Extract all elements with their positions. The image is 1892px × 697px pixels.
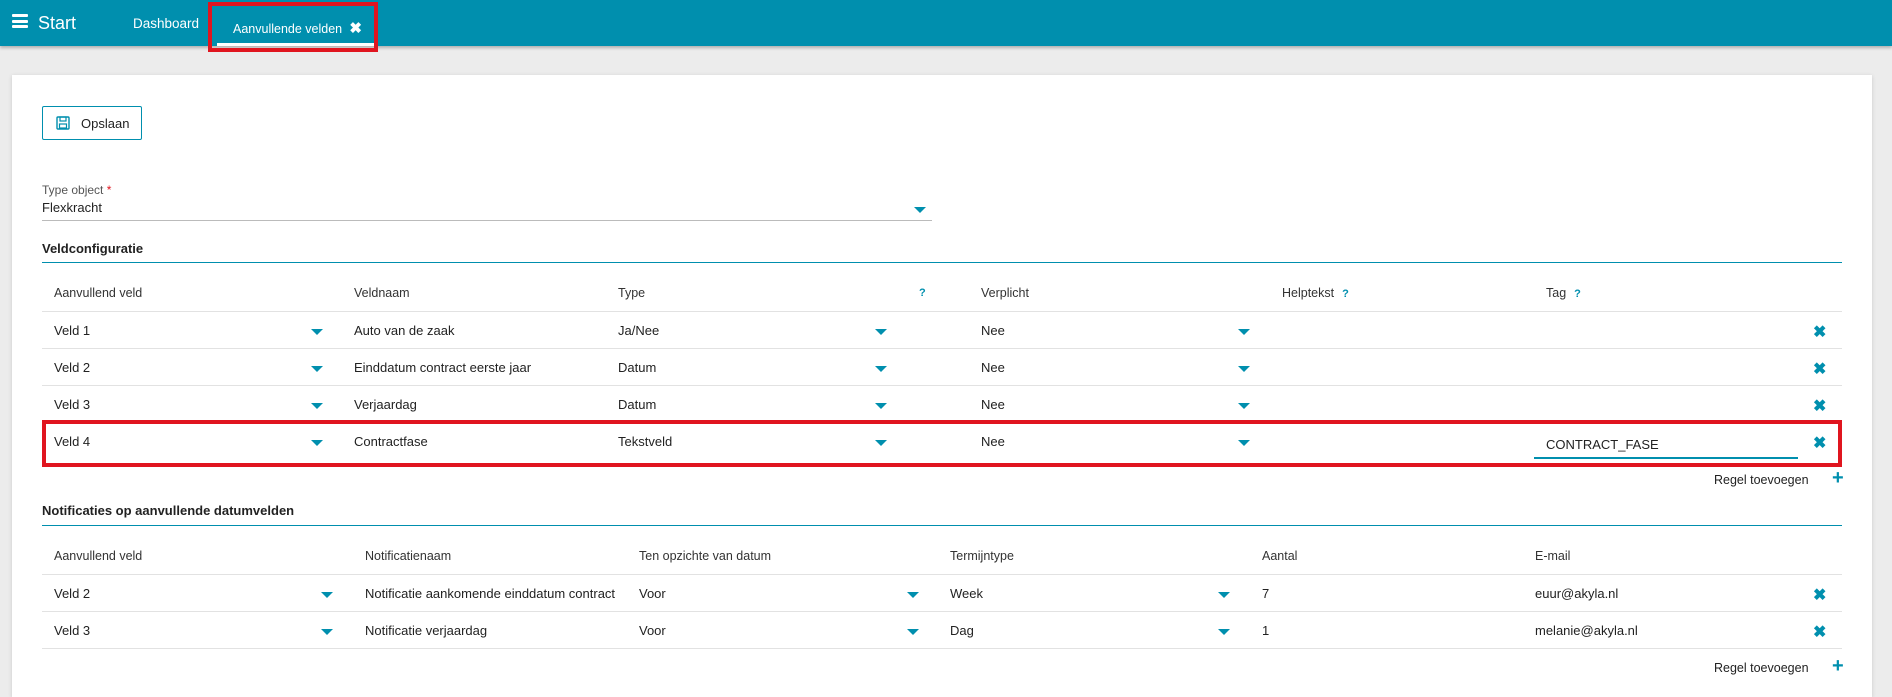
row3-veld-select[interactable]: Veld 3 <box>54 397 90 412</box>
floppy-disk-icon <box>56 116 70 130</box>
header-veldnaam: Veldnaam <box>354 286 410 300</box>
row-divider <box>42 311 1842 312</box>
caret-down-icon[interactable] <box>1218 629 1230 635</box>
content-card <box>12 75 1872 697</box>
header-type: Type <box>618 286 646 300</box>
type-object-label: Type object * <box>42 183 112 197</box>
row3-type-select[interactable]: Datum <box>618 397 656 412</box>
row3-verplicht-select[interactable]: Nee <box>981 397 1005 412</box>
delete-row-icon[interactable]: ✖ <box>1813 396 1826 416</box>
section-title-veldconfiguratie: Veldconfiguratie <box>42 241 144 256</box>
header-email: E-mail <box>1535 549 1571 563</box>
row2-type-select[interactable]: Datum <box>618 360 656 375</box>
section-divider <box>42 525 1842 526</box>
highlight-box-row <box>42 420 1842 467</box>
brand-start[interactable]: Start <box>38 13 76 34</box>
caret-down-icon[interactable] <box>321 629 333 635</box>
caret-down-icon[interactable] <box>1238 366 1250 372</box>
caret-down-icon <box>914 207 926 213</box>
caret-down-icon[interactable] <box>1238 403 1250 409</box>
caret-down-icon[interactable] <box>311 403 323 409</box>
header-notificatienaam: Notificatienaam <box>365 549 452 563</box>
caret-down-icon[interactable] <box>907 629 919 635</box>
notif2-naam[interactable]: Notificatie verjaardag <box>365 623 487 638</box>
notif2-ten-opzichte-select[interactable]: Voor <box>639 623 666 638</box>
helptekst-help-icon[interactable]: ? <box>1342 288 1349 300</box>
header-aanvullend-veld: Aanvullend veld <box>54 549 143 563</box>
row1-veldnaam[interactable]: Auto van de zaak <box>354 323 454 338</box>
row2-verplicht-select[interactable]: Nee <box>981 360 1005 375</box>
row3-veldnaam[interactable]: Verjaardag <box>354 397 417 412</box>
header-aantal: Aantal <box>1262 549 1298 563</box>
caret-down-icon[interactable] <box>321 592 333 598</box>
delete-row-icon[interactable]: ✖ <box>1813 585 1826 605</box>
type-help-icon[interactable]: ? <box>919 287 926 299</box>
row1-veld-select[interactable]: Veld 1 <box>54 323 90 338</box>
row1-type-select[interactable]: Ja/Nee <box>618 323 659 338</box>
header-tag: Tag? <box>1546 286 1581 300</box>
row-divider <box>42 348 1842 349</box>
row1-verplicht-select[interactable]: Nee <box>981 323 1005 338</box>
caret-down-icon[interactable] <box>875 329 887 335</box>
plus-icon: + <box>1832 467 1844 489</box>
section-title-notificaties: Notificaties op aanvullende datumvelden <box>42 503 295 518</box>
notif1-aantal[interactable]: 7 <box>1262 586 1269 601</box>
notif1-termijntype-select[interactable]: Week <box>950 586 983 601</box>
row-divider <box>42 648 1842 649</box>
type-object-value: Flexkracht <box>42 200 102 215</box>
tab-dashboard[interactable]: Dashboard <box>133 16 199 31</box>
header-verplicht: Verplicht <box>981 286 1029 300</box>
add-notification-row-button[interactable]: Regel toevoegen + <box>1714 655 1844 677</box>
header-helptekst: Helptekst? <box>1282 286 1349 300</box>
delete-row-icon[interactable]: ✖ <box>1813 622 1826 642</box>
notif2-veld-select[interactable]: Veld 3 <box>54 623 90 638</box>
notif2-email[interactable]: melanie@akyla.nl <box>1535 623 1638 638</box>
plus-icon: + <box>1832 655 1844 677</box>
notif1-email[interactable]: euur@akyla.nl <box>1535 586 1618 601</box>
notif2-termijntype-select[interactable]: Dag <box>950 623 974 638</box>
tag-help-icon[interactable]: ? <box>1574 288 1581 300</box>
row-divider <box>42 611 1842 612</box>
type-object-select[interactable]: Flexkracht <box>42 198 932 221</box>
add-row-button[interactable]: Regel toevoegen + <box>1714 467 1844 489</box>
caret-down-icon[interactable] <box>907 592 919 598</box>
section-divider <box>42 262 1842 263</box>
caret-down-icon[interactable] <box>875 403 887 409</box>
header-termijntype: Termijntype <box>950 549 1014 563</box>
delete-row-icon[interactable]: ✖ <box>1813 322 1826 342</box>
caret-down-icon[interactable] <box>311 329 323 335</box>
notif1-naam[interactable]: Notificatie aankomende einddatum contrac… <box>365 586 615 601</box>
row-divider <box>42 385 1842 386</box>
row-divider <box>42 574 1842 575</box>
caret-down-icon[interactable] <box>1238 329 1250 335</box>
header-aanvullend-veld: Aanvullend veld <box>54 286 143 300</box>
caret-down-icon[interactable] <box>875 366 887 372</box>
notif1-veld-select[interactable]: Veld 2 <box>54 586 90 601</box>
save-label: Opslaan <box>81 115 130 131</box>
save-button[interactable]: Opslaan <box>42 106 142 140</box>
highlight-box-tab <box>208 2 378 52</box>
caret-down-icon[interactable] <box>1218 592 1230 598</box>
hamburger-menu-icon[interactable] <box>12 14 28 28</box>
notif2-aantal[interactable]: 1 <box>1262 623 1269 638</box>
header-ten-opzichte: Ten opzichte van datum <box>639 549 772 563</box>
required-marker: * <box>106 183 112 197</box>
row2-veld-select[interactable]: Veld 2 <box>54 360 90 375</box>
delete-row-icon[interactable]: ✖ <box>1813 359 1826 379</box>
caret-down-icon[interactable] <box>311 366 323 372</box>
notif1-ten-opzichte-select[interactable]: Voor <box>639 586 666 601</box>
row2-veldnaam[interactable]: Einddatum contract eerste jaar <box>354 360 531 375</box>
